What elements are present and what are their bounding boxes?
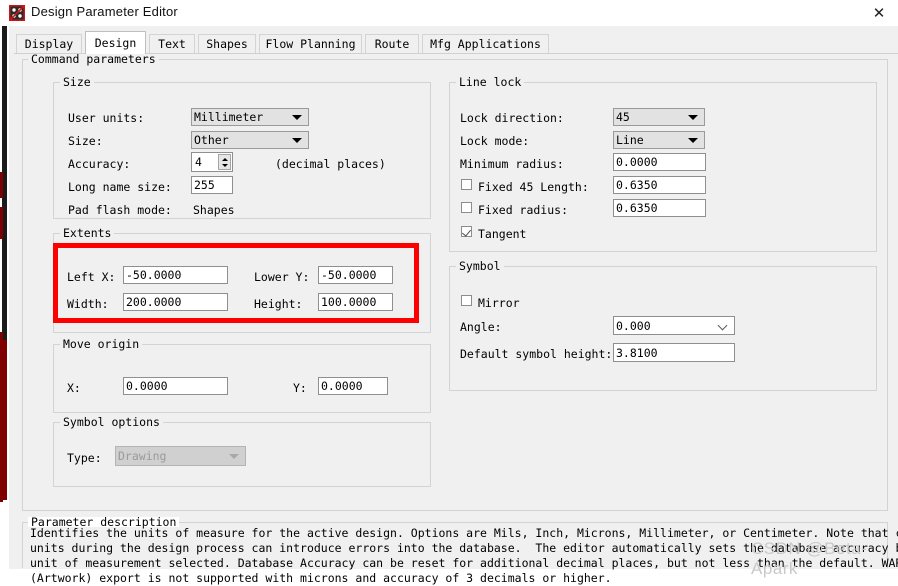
parent-window-red-strip-2 (0, 207, 3, 239)
width-input[interactable]: 200.0000 (123, 293, 228, 311)
symbol-type-label: Type: (67, 451, 102, 465)
mirror-checkbox[interactable] (461, 295, 472, 306)
parent-window-red-strip-1 (0, 172, 3, 198)
size-legend: Size (60, 77, 94, 87)
line-lock-legend: Line lock (456, 77, 524, 87)
tab-design[interactable]: Design (85, 31, 146, 54)
dialog-client-area: Display Design Text Shapes Flow Planning… (9, 26, 898, 569)
title-bar: Design Parameter Editor ✕ (0, 0, 898, 26)
pad-flash-mode-value: Shapes (193, 203, 235, 217)
app-dice-icon (9, 5, 25, 21)
lock-direction-label: Lock direction: (460, 111, 564, 125)
minimum-radius-label: Minimum radius: (460, 157, 564, 171)
width-label: Width: (67, 297, 109, 311)
chevron-down-icon (688, 138, 698, 143)
chevron-down-icon (292, 115, 302, 120)
default-symbol-height-input[interactable]: 3.8100 (613, 343, 735, 362)
accuracy-suffix: (decimal places) (275, 157, 386, 171)
tab-flow-planning-label: Flow Planning (265, 37, 355, 51)
size-value: Other (194, 133, 229, 147)
tab-shapes-label: Shapes (206, 37, 248, 51)
fixed-45-length-checkbox[interactable] (461, 179, 472, 190)
tab-display[interactable]: Display (16, 34, 82, 53)
left-x-label: Left X: (67, 270, 115, 284)
tab-shapes[interactable]: Shapes (198, 34, 256, 53)
lock-mode-label: Lock mode: (460, 134, 529, 148)
tab-mfg-applications[interactable]: Mfg Applications (422, 34, 549, 53)
lock-direction-value: 45 (616, 110, 630, 124)
fixed-45-length-label: Fixed 45 Length: (478, 180, 589, 194)
move-origin-y-label: Y: (293, 381, 307, 395)
angle-value: 0.000 (616, 319, 651, 333)
tab-text[interactable]: Text (149, 34, 195, 53)
chevron-down-icon (292, 138, 302, 143)
fixed-radius-label: Fixed radius: (478, 203, 568, 217)
symbol-type-combobox: Drawing (115, 446, 246, 466)
window-title: Design Parameter Editor (31, 4, 178, 19)
tab-route[interactable]: Route (365, 34, 419, 53)
angle-label: Angle: (460, 320, 502, 334)
tangent-checkbox[interactable] (461, 226, 472, 237)
tab-design-label: Design (95, 36, 137, 50)
tab-text-label: Text (158, 37, 186, 51)
left-x-input[interactable]: -50.0000 (123, 266, 228, 284)
fixed-radius-input[interactable]: 0.6350 (613, 199, 706, 217)
height-input[interactable]: 100.0000 (318, 293, 393, 311)
size-label: Size: (68, 134, 103, 148)
parent-window-red-strip-3 (2, 340, 7, 500)
close-icon[interactable]: ✕ (860, 0, 898, 26)
chevron-down-icon (688, 115, 698, 120)
mirror-label: Mirror (478, 296, 520, 310)
angle-combobox[interactable]: 0.000 (613, 316, 735, 335)
tab-bar: Display Design Text Shapes Flow Planning… (9, 31, 898, 54)
watermark-text: CSDN @Beta-Apark (751, 539, 898, 579)
long-name-size-label: Long name size: (68, 180, 172, 194)
tab-mfg-applications-label: Mfg Applications (430, 37, 541, 51)
move-origin-x-input[interactable]: 0.0000 (123, 377, 228, 395)
extents-legend: Extents (60, 228, 114, 238)
accuracy-stepper[interactable]: 4 (191, 152, 233, 172)
lower-y-input[interactable]: -50.0000 (318, 266, 393, 284)
lock-mode-value: Line (616, 133, 644, 147)
command-parameters-legend: Command parameters (28, 54, 159, 64)
user-units-combobox[interactable]: Millimeter (191, 108, 309, 126)
pad-flash-mode-label: Pad flash mode: (68, 203, 172, 217)
accuracy-value: 4 (195, 155, 202, 169)
lower-y-label: Lower Y: (254, 270, 309, 284)
symbol-type-value: Drawing (118, 449, 166, 463)
lock-mode-combobox[interactable]: Line (613, 131, 705, 149)
move-origin-legend: Move origin (60, 339, 142, 349)
accuracy-label: Accuracy: (68, 157, 130, 171)
tab-route-label: Route (375, 37, 410, 51)
long-name-size-input[interactable]: 255 (191, 176, 233, 194)
lock-direction-combobox[interactable]: 45 (613, 108, 705, 126)
spinner-arrows-icon[interactable] (218, 154, 231, 170)
user-units-label: User units: (68, 111, 144, 125)
symbol-legend: Symbol (456, 261, 504, 271)
minimum-radius-input[interactable]: 0.0000 (613, 153, 706, 171)
size-group (53, 82, 431, 219)
default-symbol-height-label: Default symbol height: (460, 347, 612, 361)
move-origin-y-input[interactable]: 0.0000 (318, 377, 388, 395)
tab-display-label: Display (25, 37, 73, 51)
move-origin-x-label: X: (67, 381, 81, 395)
chevron-down-icon (719, 322, 727, 330)
parent-window-edge (0, 22, 9, 569)
size-combobox[interactable]: Other (191, 131, 309, 149)
height-label: Height: (254, 297, 302, 311)
symbol-options-legend: Symbol options (60, 417, 163, 427)
tab-flow-planning[interactable]: Flow Planning (259, 34, 362, 53)
fixed-45-length-input[interactable]: 0.6350 (613, 176, 706, 194)
user-units-value: Millimeter (194, 110, 263, 124)
chevron-down-icon (229, 454, 239, 459)
tangent-label: Tangent (478, 227, 526, 241)
fixed-radius-checkbox[interactable] (461, 202, 472, 213)
